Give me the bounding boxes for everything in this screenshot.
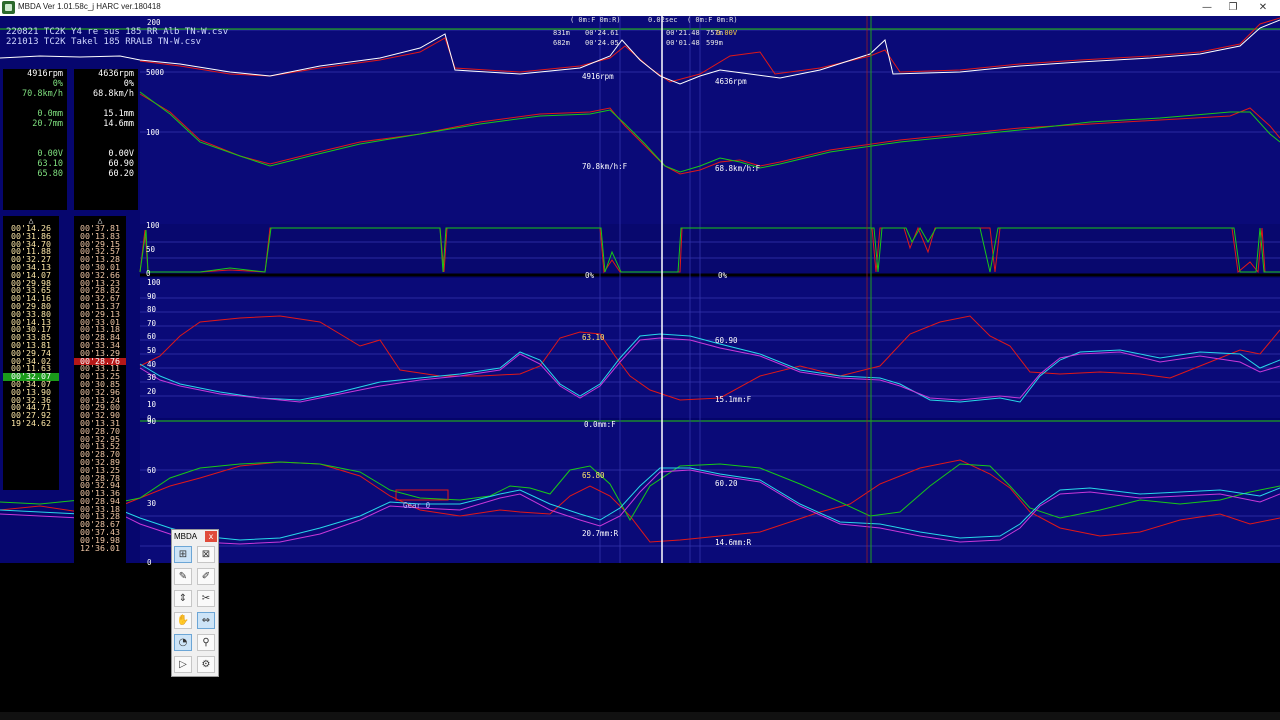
suspension-scale-tick: 50 <box>147 346 157 355</box>
cursor-susp1-r: 60.90 <box>715 336 738 345</box>
cursor-speed-f: 70.8km/h:F <box>582 162 628 171</box>
cursor-susp4-f: 65.80 <box>582 471 605 480</box>
palette-close-button[interactable]: x <box>205 531 217 542</box>
lap-list-f[interactable]: △ 00'14.26 00'31.86 00'34.70 00'11.88 00'32.… <box>3 216 59 490</box>
close-button[interactable]: ✕ <box>1246 0 1280 16</box>
graph-svg <box>0 16 1280 563</box>
horizontal-zoom-tool-icon[interactable]: ⇔ <box>197 612 215 629</box>
cursor-susp4-r: 60.20 <box>715 479 738 488</box>
gauge-tool-icon[interactable]: ◔ <box>174 634 192 651</box>
rpm-scale-top: 200 <box>147 18 161 27</box>
panel-f-v1: 63.10 <box>37 159 63 169</box>
lower-scale-tick: 30 <box>147 499 157 508</box>
cursor-susp3-f: 0.0mm:F <box>584 420 616 429</box>
throttle-scale-0: 0 <box>146 269 151 278</box>
panel-f-volt: 0.00V <box>37 149 63 159</box>
cursor-susp5-f: 20.7mm:R <box>582 529 619 538</box>
suspension-scale-tick: 60 <box>147 332 157 342</box>
panel-f-pct: 0% <box>52 79 63 89</box>
suspension-scale-tick: 90 <box>147 291 157 301</box>
hud-time-f: 00'24.61 <box>585 29 619 37</box>
marker-orange-tool-icon[interactable]: ✐ <box>197 568 215 585</box>
file-name-1: 220821 TC2K Y4 re sus 185 RR Alb TN-W.cs… <box>6 27 229 37</box>
rpm-scale-5000: 5000 <box>146 68 165 77</box>
hud-header-dt: 0.02sec <box>648 16 678 24</box>
graph-select-tool-icon[interactable]: ⊞ <box>174 546 192 563</box>
cursor-susp2-r: 15.1mm:F <box>715 395 752 404</box>
panel-r-pct: 0% <box>123 79 134 89</box>
throttle-scale-50: 50 <box>146 245 156 254</box>
panel-f-rpm: 4916rpm <box>27 69 63 79</box>
app-icon <box>2 1 15 14</box>
suspension-scale-tick: 20 <box>147 386 157 396</box>
panel-r-speed: 68.8km/h <box>93 89 134 99</box>
readout-panel-f: 4916rpm 0% 70.8km/h 0.0mm 20.7mm 0.00V 6… <box>3 69 67 210</box>
hud-header-right: ( 0m:F 0m:R) <box>687 16 738 24</box>
settings-tool-icon[interactable]: ⚙ <box>197 656 215 673</box>
cursor-susp5-r: 14.6mm:R <box>715 538 752 547</box>
hud-dist-r: 682m <box>553 39 570 47</box>
move-vertical-tool-icon[interactable]: ⇕ <box>174 590 192 607</box>
suspension-scale-tick: 100 <box>147 278 161 287</box>
speed-scale-100: 100 <box>146 128 160 137</box>
suspension-scale-tick: 40 <box>147 359 157 369</box>
panel-f-v2: 65.80 <box>37 169 63 179</box>
gear-label: Gear 0 <box>403 501 431 510</box>
hud-header-left: ( 0m:F 0m:R) <box>570 16 621 24</box>
panel-f-mm2: 20.7mm <box>32 119 63 129</box>
panel-f-speed: 70.8km/h <box>22 89 63 99</box>
panel-r-volt: 0.00V <box>108 149 134 159</box>
cursor-rpm-f: 4916rpm <box>582 72 614 81</box>
lower-scale-tick: 60 <box>147 466 157 475</box>
lower-scale-tick: 0 <box>147 558 152 567</box>
panel-r-mm1: 15.1mm <box>103 109 134 119</box>
panel-r-v2: 60.20 <box>108 169 134 179</box>
suspension-scale-tick: 80 <box>147 305 157 315</box>
magnifier-tool-icon[interactable]: ⚲ <box>197 634 215 651</box>
panel-r-rpm: 4636rpm <box>98 69 134 79</box>
suspension-scale-tick: 10 <box>147 400 157 410</box>
timeline-scrollbar[interactable] <box>0 712 1280 720</box>
hud-dist-f: 831m <box>553 29 570 37</box>
cursor-throttle-f: 0% <box>585 271 595 280</box>
readout-panel-r: 4636rpm 0% 68.8km/h 15.1mm 14.6mm 0.00V … <box>74 69 138 210</box>
cursor-throttle-r: 0% <box>718 271 728 280</box>
cursor-susp1-f: 63.10 <box>582 333 605 342</box>
lower-scale-tick: 90 <box>147 417 157 426</box>
hud-volt: 0.00V <box>716 29 738 37</box>
maximize-button[interactable]: ❐ <box>1216 0 1250 16</box>
cursor-rpm-r: 4636rpm <box>715 77 747 86</box>
window-title: MBDA Ver 1.01.58c_j HARC ver.180418 <box>18 2 161 11</box>
lap-list-f-lap-time[interactable]: 19'24.62 <box>3 419 59 428</box>
panel-r-mm2: 14.6mm <box>103 119 134 129</box>
panel-f-mm1: 0.0mm <box>37 109 63 119</box>
hand-pan-tool-icon[interactable]: ✋ <box>174 612 192 629</box>
throttle-scale-100: 100 <box>146 221 160 230</box>
graph-overlay-tool-icon[interactable]: ⊠ <box>197 546 215 563</box>
tool-palette[interactable]: MBDA x ⊞ ⊠ ✎ ✐ ⇕ ✂ ✋ ⇔ ◔ ⚲ ▷ ⚙ <box>171 529 219 677</box>
suspension-scale-tick: 70 <box>147 318 157 328</box>
suspension-scale-tick: 30 <box>147 373 157 383</box>
hud-time-r: 00'24.05 <box>585 39 619 47</box>
hud-time-r2: 00'01.48 <box>666 39 700 47</box>
palette-title: MBDA <box>174 532 198 541</box>
marker-yellow-tool-icon[interactable]: ✎ <box>174 568 192 585</box>
lap-list-r[interactable]: △ 00'37.81 00'13.83 00'29.15 00'32.57 00'13.… <box>74 216 126 648</box>
hud-dist-r2: 599m <box>706 39 723 47</box>
cursor-speed-r: 68.8km/h:F <box>715 164 761 173</box>
lap-list-r-lap-time[interactable]: 12'36.01 <box>74 544 126 553</box>
panel-r-v1: 60.90 <box>108 159 134 169</box>
hud-time-f2: 00'21.48 <box>666 29 700 37</box>
title-bar: MBDA Ver 1.01.58c_j HARC ver.180418 — ❐ … <box>0 0 1280 16</box>
play-tool-icon[interactable]: ▷ <box>174 656 192 673</box>
crop-tool-icon[interactable]: ✂ <box>197 590 215 607</box>
file-name-2: 221013 TC2K Takel 185 RRALB TN-W.csv <box>6 37 202 47</box>
graph-canvas[interactable]: 200 5000 100 100 50 0 100 90 80 70 60 50 40 30 2… <box>0 16 1280 567</box>
